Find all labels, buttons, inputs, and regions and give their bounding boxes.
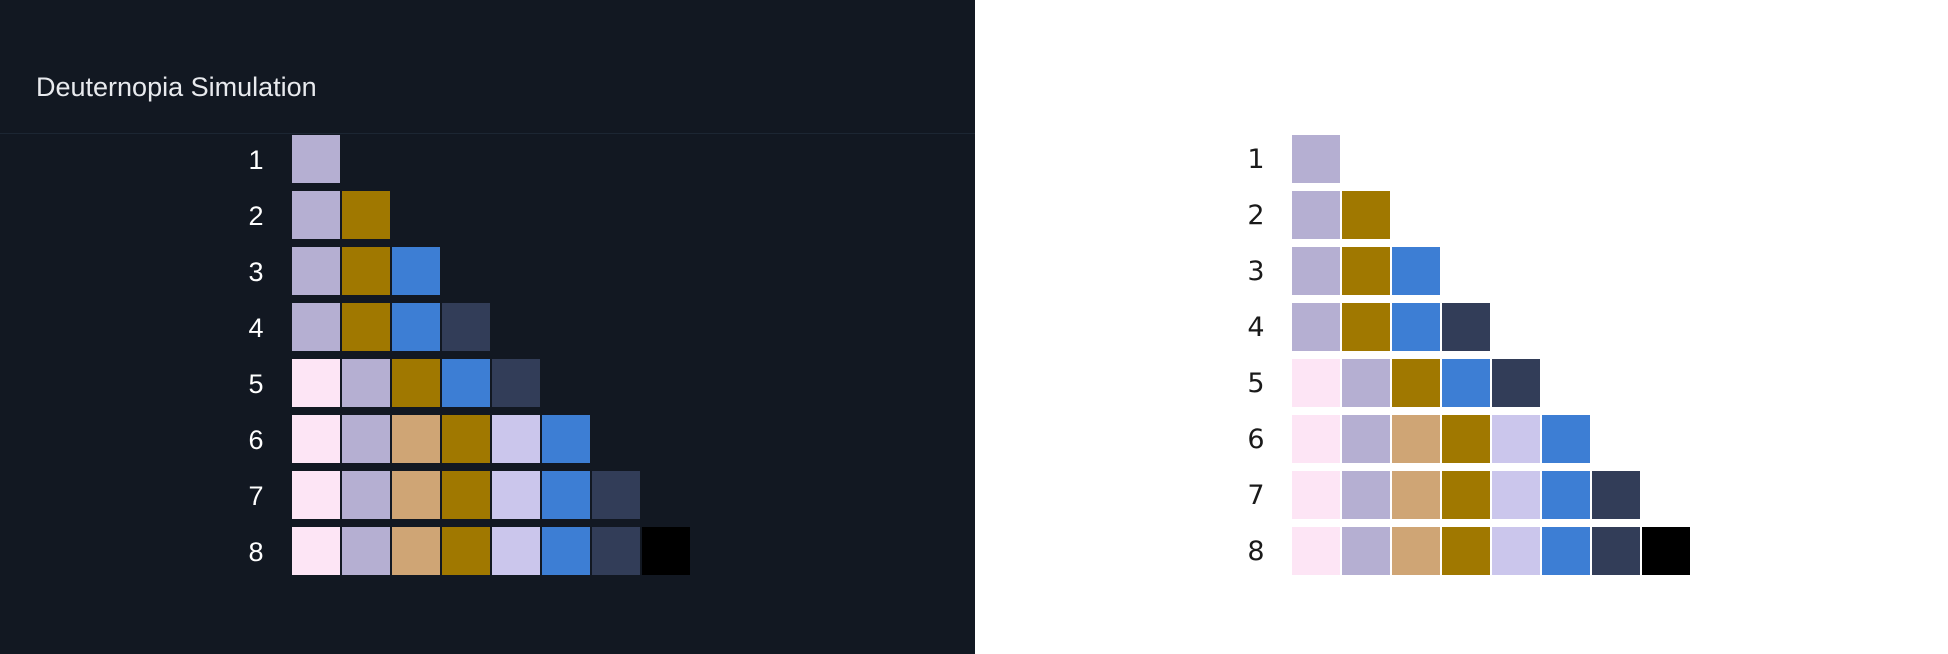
color-swatch: [342, 303, 390, 351]
color-swatch: [1392, 359, 1440, 407]
color-swatch: [1392, 247, 1440, 295]
color-swatch: [1292, 359, 1340, 407]
color-swatch: [542, 415, 590, 463]
color-swatch: [1392, 415, 1440, 463]
color-swatch: [1542, 527, 1590, 575]
color-swatch: [392, 415, 440, 463]
color-swatch: [492, 415, 540, 463]
color-swatch: [292, 303, 340, 351]
color-swatch: [492, 359, 540, 407]
color-swatch: [292, 247, 340, 295]
color-swatch: [592, 471, 640, 519]
color-swatch: [392, 527, 440, 575]
title-divider: [0, 133, 975, 134]
color-swatch: [1342, 191, 1390, 239]
color-swatch: [1342, 247, 1390, 295]
row-number-label: 4: [1247, 312, 1265, 343]
dark-panel: Deuternopia Simulation 1 2 3 4 5 6 7 8: [0, 0, 975, 654]
color-swatch: [1342, 527, 1390, 575]
color-swatch: [1342, 471, 1390, 519]
color-swatch: [292, 135, 340, 183]
color-swatch: [292, 471, 340, 519]
color-swatch: [342, 247, 390, 295]
row-number-label: 1: [1247, 144, 1265, 175]
row-number-label: 3: [248, 257, 264, 287]
color-swatch: [342, 527, 390, 575]
color-swatch: [1442, 527, 1490, 575]
color-swatch: [442, 527, 490, 575]
color-swatch: [1292, 303, 1340, 351]
row-number-label: 3: [1247, 256, 1265, 287]
row-number-label: 8: [248, 537, 264, 567]
color-swatch: [1292, 191, 1340, 239]
color-swatch: [292, 527, 340, 575]
color-swatch: [1292, 415, 1340, 463]
color-swatch: [1592, 471, 1640, 519]
color-swatch: [1292, 471, 1340, 519]
color-swatch: [292, 191, 340, 239]
color-swatch: [392, 247, 440, 295]
color-swatch: [1442, 415, 1490, 463]
row-number-label: 2: [248, 201, 264, 231]
color-swatch: [342, 359, 390, 407]
color-swatch: [342, 191, 390, 239]
row-number-label: 4: [248, 313, 264, 343]
color-swatch: [1542, 471, 1590, 519]
color-swatch: [492, 527, 540, 575]
color-swatch: [592, 527, 640, 575]
color-swatch: [1542, 415, 1590, 463]
color-swatch: [442, 359, 490, 407]
simulation-view: Deuternopia Simulation 1 2 3 4 5 6 7 8 1 2 3 4 5 6 7 8: [0, 0, 1948, 654]
color-swatch: [642, 527, 690, 575]
color-swatch: [1492, 527, 1540, 575]
color-swatch: [492, 471, 540, 519]
row-number-label: 5: [248, 369, 264, 399]
row-number-label: 8: [1247, 536, 1265, 567]
color-swatch: [1342, 415, 1390, 463]
color-swatch: [392, 359, 440, 407]
row-number-label: 1: [248, 145, 264, 175]
color-swatch: [1342, 359, 1390, 407]
color-swatch: [442, 415, 490, 463]
color-swatch: [1292, 135, 1340, 183]
color-swatch: [542, 471, 590, 519]
color-swatch: [1442, 471, 1490, 519]
color-swatch: [1392, 471, 1440, 519]
color-swatch: [1442, 303, 1490, 351]
row-number-label: 6: [248, 425, 264, 455]
row-number-label: 7: [248, 481, 264, 511]
color-swatch: [1642, 527, 1690, 575]
color-swatch: [1392, 527, 1440, 575]
color-swatch: [1492, 359, 1540, 407]
color-swatch: [442, 471, 490, 519]
row-number-label: 5: [1247, 368, 1265, 399]
panel-title: Deuternopia Simulation: [36, 72, 317, 102]
row-number-label: 6: [1247, 424, 1265, 455]
color-swatch: [542, 527, 590, 575]
color-swatch: [292, 359, 340, 407]
color-swatch: [342, 471, 390, 519]
color-swatch: [442, 303, 490, 351]
color-swatch: [1492, 471, 1540, 519]
color-swatch: [1342, 303, 1390, 351]
row-number-label: 2: [1247, 200, 1265, 231]
color-swatch: [392, 303, 440, 351]
row-number-label: 7: [1247, 480, 1265, 511]
color-swatch: [392, 471, 440, 519]
light-panel: 1 2 3 4 5 6 7 8: [975, 0, 1948, 654]
color-swatch: [1442, 359, 1490, 407]
color-swatch: [1292, 247, 1340, 295]
color-swatch: [1292, 527, 1340, 575]
color-swatch: [292, 415, 340, 463]
color-swatch: [1492, 415, 1540, 463]
color-swatch: [1392, 303, 1440, 351]
color-swatch: [342, 415, 390, 463]
color-swatch: [1592, 527, 1640, 575]
